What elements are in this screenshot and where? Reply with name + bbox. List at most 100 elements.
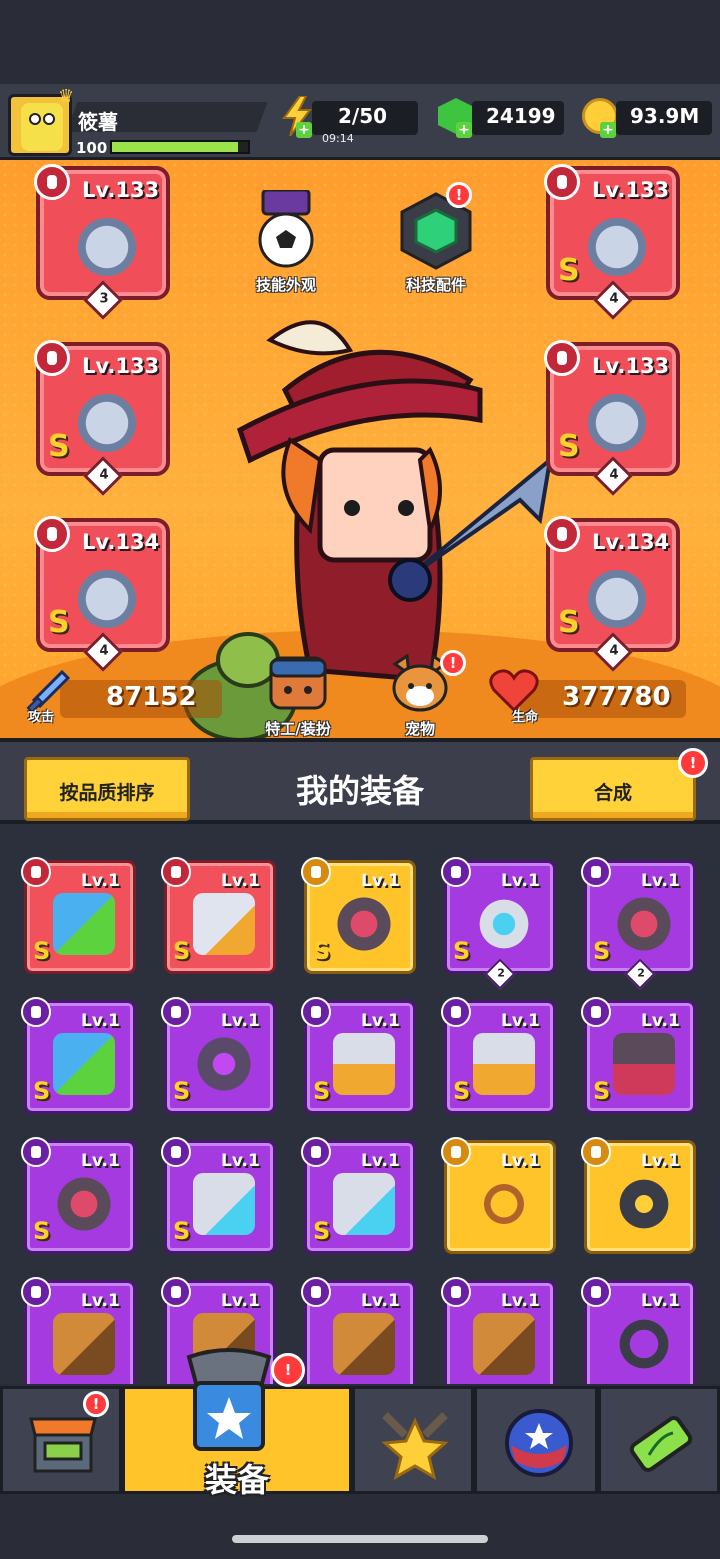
inventory-item[interactable]: Lv.1 S bbox=[161, 997, 276, 1114]
inventory-item[interactable]: Lv.1 S bbox=[301, 997, 416, 1114]
item-level: Lv.1 bbox=[81, 871, 120, 891]
inventory-item[interactable]: Lv.1 S bbox=[301, 1137, 416, 1254]
armor-icon bbox=[473, 1033, 535, 1095]
inventory-item[interactable]: Lv.1 bbox=[581, 1277, 696, 1384]
item-level: Lv.1 bbox=[221, 1291, 260, 1311]
belt-icon bbox=[53, 1173, 115, 1235]
equipped-slot[interactable]: Lv.133 3 bbox=[34, 164, 170, 320]
star-ring-icon bbox=[473, 893, 535, 955]
add-coins-button[interactable]: + bbox=[600, 122, 616, 138]
inventory-item[interactable]: Lv.1 S bbox=[21, 1137, 136, 1254]
item-rarity: S bbox=[173, 937, 191, 965]
xp-bar-fill bbox=[112, 142, 239, 152]
gauntlet-icon bbox=[193, 1173, 255, 1235]
energy-value: 2/50 bbox=[338, 104, 388, 128]
avatar-face bbox=[21, 103, 63, 151]
inventory-item[interactable]: Lv.1 bbox=[441, 1277, 556, 1384]
pet-label: 宠物 bbox=[404, 720, 435, 738]
item-level: Lv.1 bbox=[361, 1291, 400, 1311]
slot-level: Lv.133 bbox=[82, 178, 160, 202]
item-type-icon bbox=[301, 997, 331, 1027]
item-type-icon bbox=[21, 1137, 51, 1167]
inventory-item[interactable]: Lv.1 bbox=[21, 1277, 136, 1384]
slot-type-icon bbox=[34, 164, 70, 200]
item-level: Lv.1 bbox=[641, 871, 680, 891]
inventory-item[interactable]: Lv.1 S bbox=[161, 857, 276, 974]
equipped-slot[interactable]: Lv.134 S 4 bbox=[34, 516, 170, 672]
nav-tab-battle[interactable] bbox=[352, 1386, 474, 1494]
equipped-slot[interactable]: Lv.133 S 4 bbox=[544, 164, 680, 320]
slot-type-icon bbox=[544, 516, 580, 552]
tech-parts-button[interactable]: 科技配件 ! bbox=[396, 182, 476, 295]
add-gems-button[interactable]: + bbox=[456, 122, 472, 138]
inventory-item[interactable]: Lv.1 bbox=[441, 1137, 556, 1254]
sort-by-quality-label: 按品质排序 bbox=[59, 782, 155, 804]
item-rarity: S bbox=[453, 1077, 471, 1105]
nav-tab-gene[interactable] bbox=[598, 1386, 720, 1494]
slot-rarity: S bbox=[558, 429, 580, 464]
skill-appearance-button[interactable]: 技能外观 bbox=[246, 188, 326, 295]
item-rarity: S bbox=[593, 1077, 611, 1105]
item-type-icon bbox=[21, 1277, 51, 1307]
merge-button[interactable]: 合成 bbox=[530, 757, 696, 821]
item-type-icon bbox=[581, 857, 611, 887]
item-level: Lv.1 bbox=[501, 1291, 540, 1311]
item-level: Lv.1 bbox=[501, 871, 540, 891]
item-star-count-value: 2 bbox=[497, 966, 505, 980]
attack-value: 87152 bbox=[106, 682, 197, 712]
item-rarity: S bbox=[313, 1217, 331, 1245]
soccer-ball-icon bbox=[258, 188, 314, 268]
device-status-bar bbox=[0, 0, 720, 84]
inventory-item[interactable]: Lv.1 bbox=[301, 1277, 416, 1384]
equipment-badge: ! bbox=[271, 1353, 305, 1387]
item-type-icon bbox=[441, 857, 471, 887]
slot-type-icon bbox=[544, 340, 580, 376]
inventory-item[interactable]: Lv.1 S bbox=[21, 857, 136, 974]
nav-tab-equipment[interactable]: ! 装备 bbox=[122, 1348, 352, 1499]
star-collar-icon bbox=[613, 1173, 675, 1235]
slot-rarity: S bbox=[48, 429, 70, 464]
sort-by-quality-button[interactable]: 按品质排序 bbox=[24, 757, 190, 821]
item-level: Lv.1 bbox=[501, 1011, 540, 1031]
pet-button[interactable]: 宠物 ! bbox=[384, 650, 466, 738]
battle-star-icon bbox=[381, 1412, 449, 1481]
pet-badge: ! bbox=[440, 650, 466, 676]
inventory-item[interactable]: Lv.1 S bbox=[581, 997, 696, 1114]
equipped-slot[interactable]: Lv.134 S 4 bbox=[544, 516, 680, 672]
slot-star-count-value: 4 bbox=[609, 643, 619, 659]
slot-level: Lv.133 bbox=[592, 354, 670, 378]
inventory-item[interactable]: Lv.1 S 2 bbox=[441, 857, 556, 990]
equipped-slot[interactable]: Lv.133 S 4 bbox=[544, 340, 680, 496]
bat-icon bbox=[53, 1313, 115, 1375]
bat-icon bbox=[333, 1313, 395, 1375]
nav-tab-talent[interactable] bbox=[474, 1386, 598, 1494]
xp-bar bbox=[110, 140, 250, 154]
equipped-slot[interactable]: Lv.133 S 4 bbox=[34, 340, 170, 496]
gauntlet-icon bbox=[333, 1173, 395, 1235]
hp-label: 生命 bbox=[512, 710, 539, 725]
tech-parts-label: 科技配件 bbox=[405, 276, 466, 294]
inventory-item[interactable]: Lv.1 S 2 bbox=[581, 857, 696, 990]
boot-icon bbox=[193, 893, 255, 955]
player-level: 100 bbox=[76, 139, 108, 157]
item-type-icon bbox=[161, 857, 191, 887]
item-type-icon bbox=[161, 997, 191, 1027]
item-level: Lv.1 bbox=[81, 1151, 120, 1171]
merge-badge: ! bbox=[678, 748, 708, 778]
agent-outfit-button[interactable]: 特工/装扮 bbox=[250, 654, 346, 738]
dagger-icon bbox=[70, 210, 144, 284]
item-level: Lv.1 bbox=[641, 1291, 680, 1311]
add-energy-button[interactable]: + bbox=[296, 122, 312, 138]
agent-head-icon bbox=[269, 656, 327, 710]
nav-tab-shop[interactable]: ! bbox=[0, 1386, 122, 1494]
inventory-item[interactable]: Lv.1 S bbox=[301, 857, 416, 974]
avatar-eye-right bbox=[43, 113, 55, 125]
inventory-item[interactable]: Lv.1 S bbox=[21, 997, 136, 1114]
shuriken-blade-icon bbox=[193, 1033, 255, 1095]
item-star-count: 2 bbox=[484, 958, 516, 990]
item-level: Lv.1 bbox=[641, 1151, 680, 1171]
inventory-item[interactable]: Lv.1 S bbox=[161, 1137, 276, 1254]
water-gun-icon bbox=[53, 1033, 115, 1095]
inventory-item[interactable]: Lv.1 S bbox=[441, 997, 556, 1114]
inventory-item[interactable]: Lv.1 bbox=[581, 1137, 696, 1254]
